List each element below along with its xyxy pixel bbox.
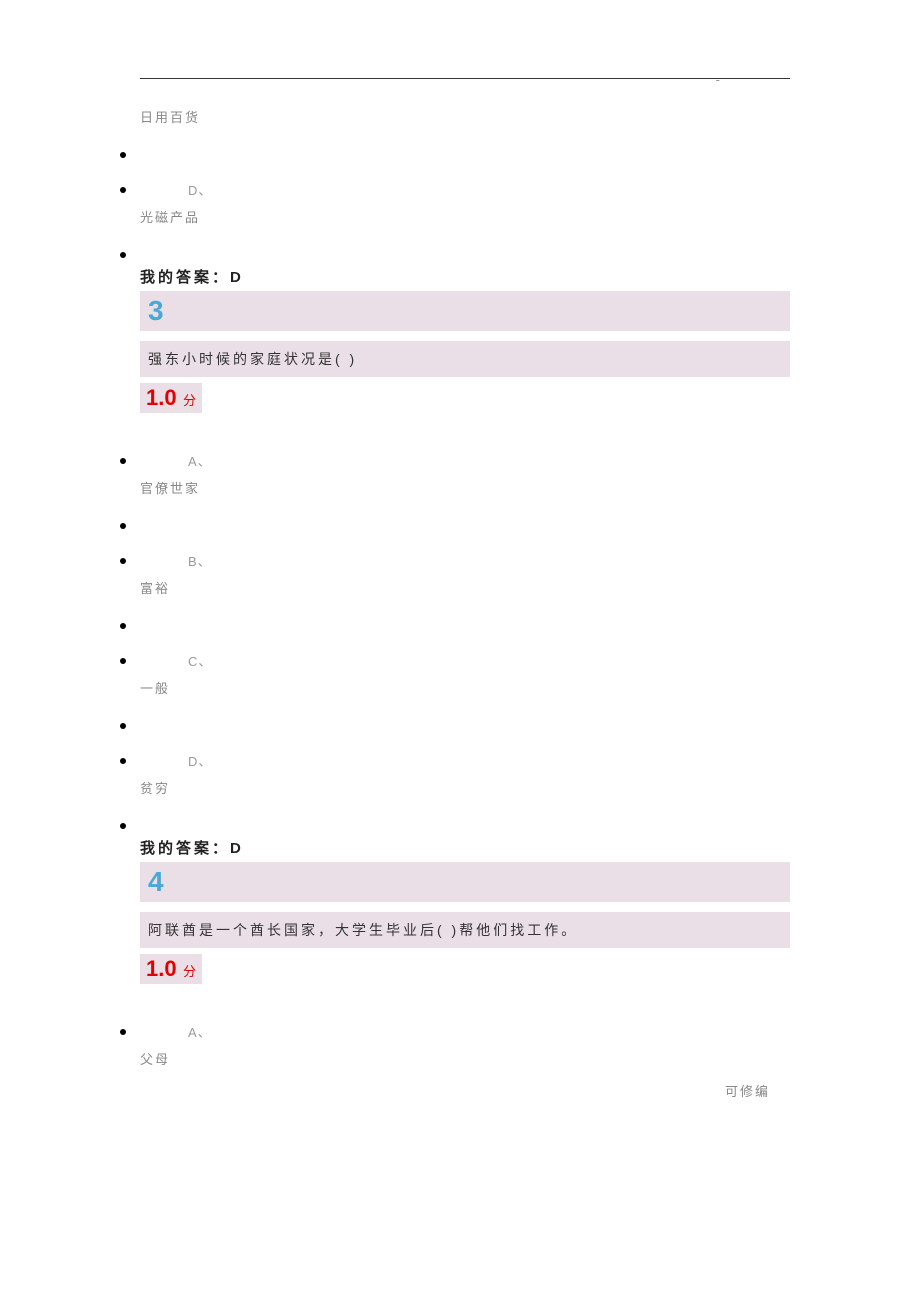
- q3-question-text: 强东小时候的家庭状况是( ): [148, 351, 357, 367]
- prev-option-d-text: 光磁产品: [140, 207, 790, 226]
- q3-option-b-text: 富裕: [140, 578, 790, 597]
- bullet-icon: [120, 152, 126, 158]
- bullet-icon: [120, 623, 126, 629]
- bullet-row: [140, 623, 790, 629]
- q3-number: 3: [148, 295, 164, 326]
- prev-option-c-text: 日用百货: [140, 107, 790, 126]
- bullet-icon: [120, 523, 126, 529]
- q3-option-d-text: 贫穷: [140, 778, 790, 797]
- bullet-icon: [120, 252, 126, 258]
- q4-option-a-row: A、: [140, 1022, 790, 1041]
- q4-option-a-label: A、: [188, 1022, 212, 1041]
- q3-option-c-row: C、: [140, 651, 790, 670]
- q4-number-box: 4: [140, 862, 790, 902]
- bullet-icon: [120, 1029, 126, 1035]
- q3-option-d-label: D、: [188, 751, 212, 770]
- q3-option-b-label: B、: [188, 551, 212, 570]
- prev-option-d-row: D、: [140, 180, 790, 199]
- q4-score-num: 1.0: [146, 956, 177, 981]
- q3-score-box: 1.0 分: [140, 383, 202, 413]
- bullet-icon: [120, 758, 126, 764]
- bullet-icon: [120, 823, 126, 829]
- q3-score-num: 1.0: [146, 385, 177, 410]
- bullet-icon: [120, 558, 126, 564]
- bullet-row: [140, 523, 790, 529]
- q4-score-box: 1.0 分: [140, 954, 202, 984]
- q3-option-c-text: 一般: [140, 678, 790, 697]
- q3-option-a-label: A、: [188, 451, 212, 470]
- bullet-icon: [120, 187, 126, 193]
- bullet-row: [140, 152, 790, 158]
- q4-number: 4: [148, 866, 164, 897]
- bullet-row: [140, 252, 790, 258]
- q3-option-b-row: B、: [140, 551, 790, 570]
- top-rule: [140, 78, 790, 79]
- footer-text: 可修编: [725, 1081, 770, 1100]
- bullet-icon: [120, 723, 126, 729]
- bullet-icon: [120, 458, 126, 464]
- q3-option-d-row: D、: [140, 751, 790, 770]
- q4-question-text: 阿联酋是一个酋长国家，大学生毕业后( )帮他们找工作。: [148, 922, 578, 938]
- prev-option-d-label: D、: [188, 180, 212, 199]
- q3-my-answer: 我的答案：D: [140, 837, 790, 858]
- q3-option-a-row: A、: [140, 451, 790, 470]
- q4-option-a-text: 父母: [140, 1049, 790, 1068]
- page-dash: -: [716, 72, 720, 87]
- q3-option-c-label: C、: [188, 651, 212, 670]
- q3-score-unit: 分: [183, 393, 196, 408]
- bullet-icon: [120, 658, 126, 664]
- q3-question-box: 强东小时候的家庭状况是( ): [140, 341, 790, 377]
- q4-question-box: 阿联酋是一个酋长国家，大学生毕业后( )帮他们找工作。: [140, 912, 790, 948]
- q3-number-box: 3: [140, 291, 790, 331]
- bullet-row: [140, 823, 790, 829]
- content-area: 日用百货 D、 光磁产品 我的答案：D 3 强东小时候的家庭状况是( ) 1.0…: [0, 87, 920, 1068]
- q4-score-unit: 分: [183, 964, 196, 979]
- q3-option-a-text: 官僚世家: [140, 478, 790, 497]
- bullet-row: [140, 723, 790, 729]
- prev-my-answer: 我的答案：D: [140, 266, 790, 287]
